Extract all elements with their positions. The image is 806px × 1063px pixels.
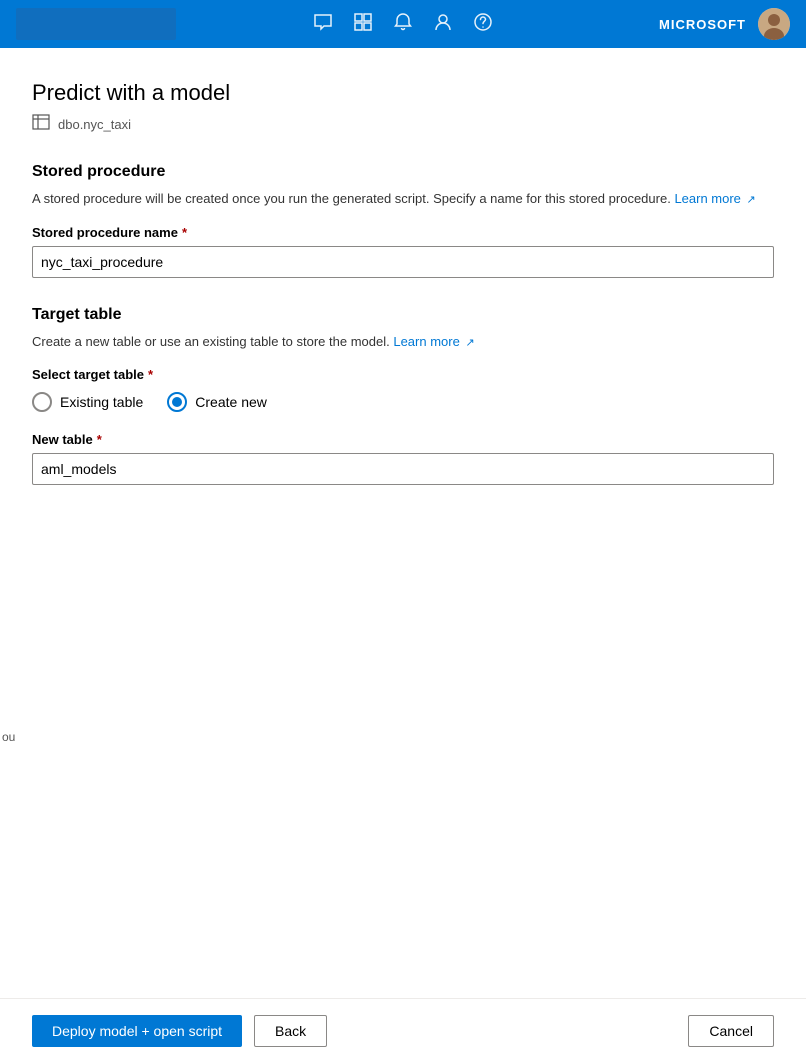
comment-icon[interactable] [313, 12, 333, 37]
radio-circle-create-new [167, 392, 187, 412]
external-link-icon: ↗ [747, 192, 756, 209]
stored-procedure-name-input[interactable] [32, 246, 774, 278]
new-table-input[interactable] [32, 453, 774, 485]
grid-icon[interactable] [353, 12, 373, 37]
cancel-button[interactable]: Cancel [688, 1015, 774, 1047]
radio-label-existing: Existing table [60, 394, 143, 410]
topbar-nav-icons [313, 12, 493, 37]
target-table-title: Target table [32, 306, 774, 324]
side-artifact-text: ou [2, 730, 15, 744]
bell-icon[interactable] [393, 12, 413, 37]
form-area: Predict with a model dbo.nyc_taxi Stored… [0, 48, 806, 998]
stored-procedure-section: Stored procedure A stored procedure will… [32, 163, 774, 278]
external-link-icon-2: ↗ [465, 335, 474, 352]
back-button[interactable]: Back [254, 1015, 327, 1047]
help-icon[interactable] [473, 12, 493, 37]
radio-circle-existing [32, 392, 52, 412]
subtitle-text: dbo.nyc_taxi [58, 117, 131, 132]
new-table-label: New table * [32, 432, 774, 447]
topbar-right: MICROSOFT [659, 8, 790, 40]
footer: Deploy model + open script Back Cancel [0, 998, 806, 1063]
radio-label-create-new: Create new [195, 394, 267, 410]
stored-procedure-desc: A stored procedure will be created once … [32, 189, 774, 209]
user-icon[interactable] [433, 12, 453, 37]
select-target-table-label: Select target table * [32, 367, 774, 382]
topbar-logo[interactable] [16, 8, 176, 40]
stored-procedure-title: Stored procedure [32, 163, 774, 181]
new-table-field-container: New table * [32, 432, 774, 485]
radio-option-existing[interactable]: Existing table [32, 392, 143, 412]
target-table-desc: Create a new table or use an existing ta… [32, 332, 774, 352]
stored-procedure-name-label: Stored procedure name * [32, 225, 774, 240]
target-table-radio-group: Existing table Create new [32, 392, 774, 412]
required-star-3: * [97, 432, 102, 447]
main-content: Predict with a model dbo.nyc_taxi Stored… [0, 48, 806, 1063]
topbar: MICROSOFT [0, 0, 806, 48]
user-avatar[interactable] [758, 8, 790, 40]
radio-option-create-new[interactable]: Create new [167, 392, 267, 412]
brand-label: MICROSOFT [659, 17, 746, 32]
stored-procedure-learn-more[interactable]: Learn more ↗ [674, 191, 755, 206]
required-star-1: * [182, 225, 187, 240]
target-table-learn-more[interactable]: Learn more ↗ [393, 334, 474, 349]
required-star-2: * [148, 367, 153, 382]
table-icon [32, 114, 50, 135]
deploy-button[interactable]: Deploy model + open script [32, 1015, 242, 1047]
target-table-section: Target table Create a new table or use a… [32, 306, 774, 486]
subtitle-row: dbo.nyc_taxi [32, 114, 774, 135]
page-title: Predict with a model [32, 80, 774, 106]
